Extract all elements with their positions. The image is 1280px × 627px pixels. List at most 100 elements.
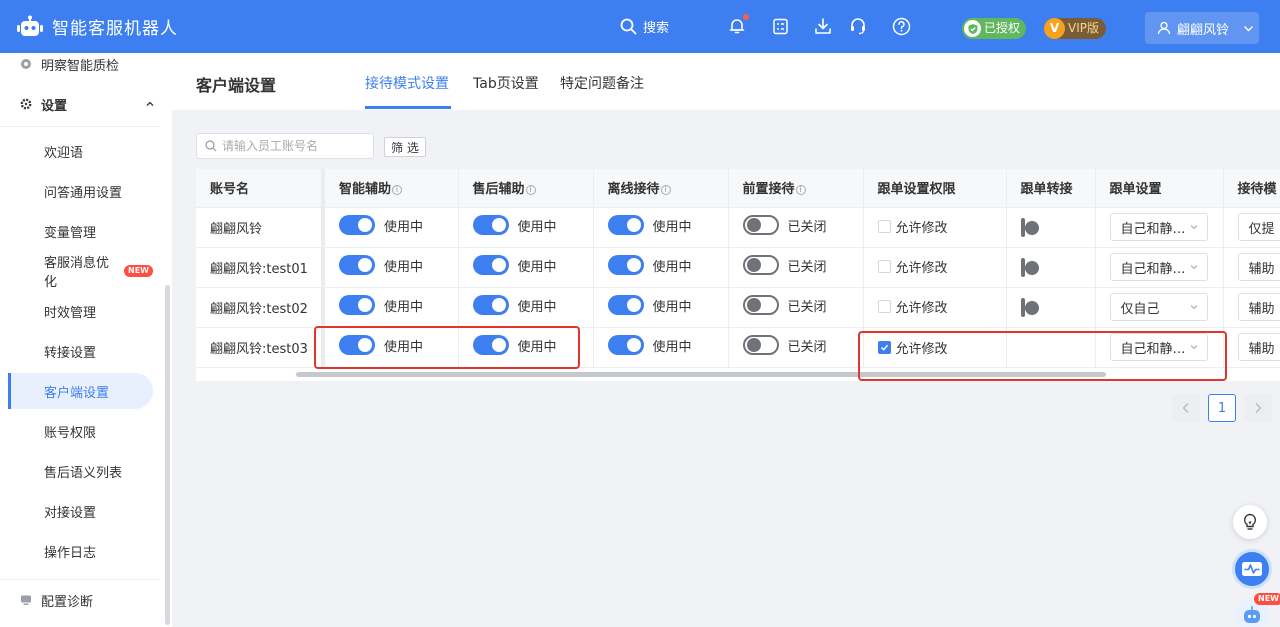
sidebar: 明察智能质检 设置 欢迎语 问答通用设置 变量管理 客服消息优化 NEW 时效管理… [0, 53, 172, 627]
filter-button[interactable]: 筛 选 [384, 137, 426, 157]
col-header-offline-reception: 离线接待 i [593, 169, 729, 208]
search-label: 搜索 [643, 21, 670, 36]
next-page-button[interactable] [1244, 394, 1272, 422]
offline-reception-toggle[interactable]: 使用中 [607, 335, 692, 355]
col-header-account: 账号名 [196, 169, 325, 208]
sidebar-item-aftersale-semantics[interactable]: 售后语义列表 [8, 453, 153, 489]
headset-icon [851, 18, 865, 35]
smart-assist-toggle[interactable]: 使用中 [339, 335, 423, 355]
page-button-current[interactable]: 1 [1208, 394, 1236, 422]
aftersale-assist-toggle[interactable]: 使用中 [472, 215, 557, 235]
activity-button[interactable] [1232, 549, 1272, 589]
search-icon [620, 18, 637, 35]
reception-mode-select[interactable]: 辅助 [1237, 333, 1280, 361]
sidebar-item-qa-settings[interactable]: 问答通用设置 [8, 173, 153, 209]
download-button[interactable] [813, 16, 833, 36]
allow-modify-checkbox[interactable]: 允许修改 [877, 297, 948, 316]
table-row: 翩翩风铃 使用中 使用中 使用中 已关闭 允许修改 自己和静… 仅提 [196, 207, 1280, 248]
account-name: 翩翩风铃:test03 [196, 327, 325, 368]
sidebar-item-message-optimize[interactable]: 客服消息优化 NEW [8, 253, 153, 290]
info-icon[interactable]: i [525, 185, 536, 196]
sidebar-item-quality-check[interactable]: 明察智能质检 [0, 44, 160, 84]
info-icon[interactable]: i [392, 185, 403, 196]
new-badge: NEW [124, 265, 153, 277]
offline-reception-toggle[interactable]: 使用中 [607, 255, 692, 275]
info-icon[interactable]: i [795, 185, 806, 196]
table-header-row: 账号名 智能辅助 i 售后辅助 i 离线接待 i 前置接待 i 跟单设置权限 跟单转接 … [196, 169, 1280, 208]
brand[interactable]: 智能客服机器人 [0, 14, 300, 39]
check-icon [880, 344, 888, 351]
sidebar-scrollbar[interactable] [165, 285, 170, 625]
offline-reception-toggle[interactable]: 使用中 [607, 215, 692, 235]
table-horizontal-scrollbar[interactable] [296, 372, 1106, 377]
support-button[interactable] [848, 16, 868, 36]
pulse-icon [1242, 562, 1262, 576]
smart-assist-toggle[interactable]: 使用中 [339, 295, 423, 315]
employee-search-field[interactable] [196, 133, 374, 159]
chevron-down-icon [1190, 345, 1197, 350]
chevron-down-icon [1190, 265, 1197, 270]
smart-assist-toggle[interactable]: 使用中 [339, 215, 423, 235]
prev-page-button[interactable] [1172, 394, 1200, 422]
account-name: 翩翩风铃:test02 [196, 287, 325, 328]
pre-reception-toggle[interactable]: 已关闭 [742, 215, 827, 235]
col-header-aftersale-assist: 售后辅助 i [458, 169, 594, 208]
notification-button[interactable] [727, 14, 749, 36]
tab-tab-page[interactable]: Tab页设置 [473, 73, 539, 93]
sidebar-item-diagnosis[interactable]: 配置诊断 [0, 580, 160, 620]
followup-settings-select[interactable]: 自己和静… [1109, 253, 1208, 281]
followup-settings-select[interactable]: 自己和静… [1109, 213, 1208, 241]
tab-special-notes[interactable]: 特定问题备注 [560, 73, 644, 93]
sidebar-item-client-settings[interactable]: 客户端设置 [8, 373, 153, 409]
followup-transfer-toggle[interactable] [1020, 257, 1039, 277]
sidebar-item-variables[interactable]: 变量管理 [8, 213, 153, 249]
followup-transfer-toggle[interactable] [1020, 217, 1039, 237]
user-icon [1157, 21, 1171, 35]
sidebar-item-transfer[interactable]: 转接设置 [8, 333, 153, 369]
monitor-icon [21, 595, 31, 605]
sidebar-item-account-permissions[interactable]: 账号权限 [8, 413, 153, 449]
pre-reception-toggle[interactable]: 已关闭 [742, 335, 827, 355]
col-header-followup-settings: 跟单设置 [1095, 169, 1224, 208]
followup-settings-select[interactable]: 仅自己 [1109, 293, 1208, 321]
employee-search-input[interactable] [222, 139, 362, 153]
reception-mode-select[interactable]: 辅助 [1237, 293, 1280, 321]
sidebar-item-welcome[interactable]: 欢迎语 [8, 133, 153, 169]
user-menu-button[interactable]: 翩翩风铃 [1145, 12, 1259, 44]
reception-mode-select[interactable]: 辅助 [1237, 253, 1280, 281]
tips-button[interactable] [1233, 505, 1267, 539]
download-icon [815, 18, 831, 34]
col-header-reception-mode: 接待模 [1223, 169, 1280, 208]
tasks-button[interactable] [770, 16, 790, 36]
allow-modify-checkbox[interactable]: 允许修改 [877, 257, 948, 276]
sidebar-item-timeliness[interactable]: 时效管理 [8, 293, 153, 329]
aftersale-assist-toggle[interactable]: 使用中 [472, 255, 557, 275]
tab-active-indicator [365, 106, 451, 109]
search-button[interactable]: 搜索 [620, 0, 669, 53]
followup-transfer-toggle[interactable] [1020, 297, 1039, 317]
lightbulb-icon [1243, 513, 1257, 530]
sidebar-item-operation-log[interactable]: 操作日志 [8, 533, 153, 569]
new-badge: NEW [1254, 593, 1280, 605]
allow-modify-checkbox[interactable]: 允许修改 [877, 217, 948, 236]
aftersale-assist-toggle[interactable]: 使用中 [472, 295, 557, 315]
account-name: 翩翩风铃 [196, 207, 325, 248]
chevron-up-icon [140, 84, 160, 124]
sidebar-group-settings[interactable]: 设置 [0, 84, 160, 124]
table-row: 翩翩风铃:test02 使用中 使用中 使用中 已关闭 允许修改 仅自己 辅助 [196, 287, 1280, 328]
tab-reception-mode[interactable]: 接待模式设置 [365, 73, 449, 93]
help-button[interactable] [891, 16, 911, 36]
pre-reception-toggle[interactable]: 已关闭 [742, 255, 827, 275]
info-icon[interactable]: i [660, 185, 671, 196]
reception-mode-select[interactable]: 仅提 [1237, 213, 1280, 241]
assistant-bot-button[interactable]: NEW [1235, 593, 1280, 627]
followup-settings-select[interactable]: 自己和静… [1109, 333, 1208, 361]
pre-reception-toggle[interactable]: 已关闭 [742, 295, 827, 315]
smart-assist-toggle[interactable]: 使用中 [339, 255, 423, 275]
quality-check-icon [21, 59, 31, 69]
aftersale-assist-toggle[interactable]: 使用中 [472, 335, 557, 355]
sidebar-item-integration[interactable]: 对接设置 [8, 493, 153, 529]
allow-modify-checkbox[interactable]: 允许修改 [877, 338, 948, 357]
offline-reception-toggle[interactable]: 使用中 [607, 295, 692, 315]
app-title: 智能客服机器人 [52, 19, 178, 39]
